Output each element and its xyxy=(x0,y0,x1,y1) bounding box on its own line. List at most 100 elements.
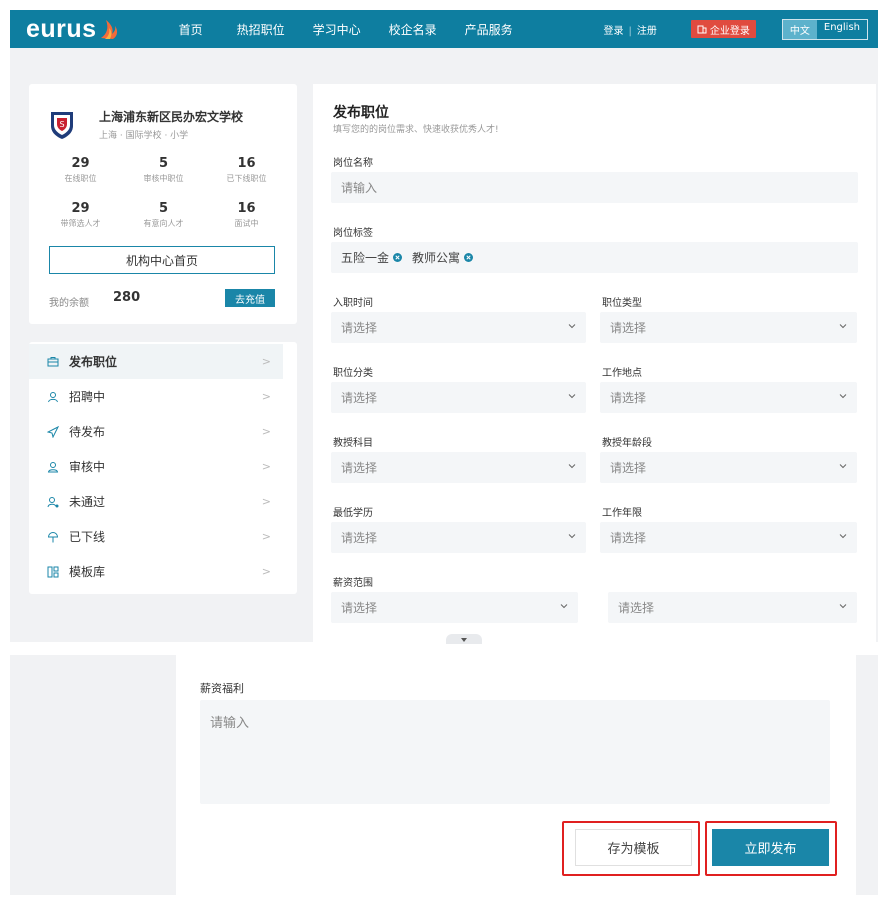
menu-label: 审核中 xyxy=(69,460,106,474)
stats-row-talents: 29 带筛选人才 5 有意向人才 16 面试中 xyxy=(39,201,289,229)
select-value: 请选择 xyxy=(341,321,378,335)
chevron-down-icon xyxy=(568,534,576,539)
job-tags-input[interactable]: 五险一金 教师公寓 xyxy=(331,242,858,273)
grade-label: 教授年龄段 xyxy=(602,438,652,449)
language-switch: 中文 English xyxy=(781,18,868,40)
nav-directory[interactable]: 校企名录 xyxy=(389,21,437,38)
chevron-down-icon xyxy=(568,464,576,469)
stat-label: 面试中 xyxy=(234,219,259,228)
welfare-label: 薪资福利 xyxy=(200,682,244,695)
school-meta: 上海 · 国际学校 · 小学 xyxy=(99,131,189,141)
nav-learning-center[interactable]: 学习中心 xyxy=(313,21,361,38)
lang-english[interactable]: English xyxy=(817,20,867,39)
main-nav: 首页 热招职位 学习中心 校企名录 产品服务 xyxy=(179,21,541,38)
register-link[interactable]: 注册 xyxy=(637,26,657,37)
stat-value: 29 xyxy=(71,156,90,171)
nav-home[interactable]: 首页 xyxy=(179,21,203,38)
select-value: 请选择 xyxy=(341,461,378,475)
chevron-right-icon: > xyxy=(261,390,271,403)
expand-toggle[interactable] xyxy=(446,634,482,644)
offline-icon xyxy=(47,531,59,542)
recharge-button[interactable]: 去充值 xyxy=(225,289,275,307)
menu-label: 待发布 xyxy=(69,425,106,439)
lang-chinese[interactable]: 中文 xyxy=(782,19,817,39)
stat-online-jobs[interactable]: 29 在线职位 xyxy=(39,156,122,184)
select-value: 请选择 xyxy=(610,391,647,405)
chevron-down-icon xyxy=(560,604,568,609)
salary-min-select[interactable]: 请选择 xyxy=(331,592,578,623)
job-category-select[interactable]: 请选择 xyxy=(331,382,586,413)
chevron-down-icon xyxy=(839,394,847,399)
grade-select[interactable]: 请选择 xyxy=(600,452,857,483)
job-name-label: 岗位名称 xyxy=(333,158,373,169)
school-profile-card: S 上海浦东新区民办宏文学校 上海 · 国际学校 · 小学 29 在线职位 5 审核… xyxy=(29,84,297,324)
menu-label: 未通过 xyxy=(69,495,106,509)
job-type-label: 职位类型 xyxy=(602,298,642,309)
salary-max-select[interactable]: 请选择 xyxy=(608,592,857,623)
chevron-down-icon xyxy=(568,394,576,399)
nav-hot-jobs[interactable]: 热招职位 xyxy=(237,21,285,38)
person-review-icon xyxy=(47,461,59,472)
menu-rejected[interactable]: 未通过 > xyxy=(29,484,297,519)
menu-reviewing[interactable]: 审核中 > xyxy=(29,449,297,484)
nav-products[interactable]: 产品服务 xyxy=(465,21,513,38)
menu-pending-publish[interactable]: 待发布 > xyxy=(29,414,297,449)
briefcase-icon xyxy=(47,356,59,366)
tag-chip: 教师公寓 xyxy=(412,249,474,266)
menu-label: 模板库 xyxy=(69,565,106,579)
select-value: 请选择 xyxy=(341,531,378,545)
highlight-box xyxy=(705,821,837,876)
chevron-right-icon: > xyxy=(261,495,271,508)
menu-label: 已下线 xyxy=(69,530,106,544)
chevron-right-icon: > xyxy=(261,565,271,578)
stat-value: 5 xyxy=(158,156,169,171)
template-icon xyxy=(47,566,59,577)
stat-value: 16 xyxy=(237,156,256,171)
education-select[interactable]: 请选择 xyxy=(331,522,586,553)
stat-label: 已下线职位 xyxy=(226,174,267,183)
tag-remove-icon[interactable] xyxy=(393,253,403,262)
menu-label: 发布职位 xyxy=(69,355,118,369)
entry-time-select[interactable]: 请选择 xyxy=(331,312,586,343)
stat-interested-talents[interactable]: 5 有意向人才 xyxy=(122,201,205,229)
job-name-input[interactable]: 请输入 xyxy=(331,172,858,203)
select-value: 请选择 xyxy=(610,321,647,335)
login-link[interactable]: 登录 xyxy=(604,26,624,37)
menu-label: 招聘中 xyxy=(69,390,106,404)
enterprise-login-button[interactable]: 企业登录 xyxy=(690,20,756,38)
select-value: 请选择 xyxy=(341,601,378,615)
stat-offline-jobs[interactable]: 16 已下线职位 xyxy=(205,156,288,184)
publish-job-form: 发布职位 填写您的的岗位需求、快速收获优秀人才! 岗位名称 请输入 岗位标签 五… xyxy=(313,84,876,642)
stat-reviewing-jobs[interactable]: 5 审核中职位 xyxy=(122,156,205,184)
school-name: 上海浦东新区民办宏文学校 xyxy=(99,110,244,124)
tag-remove-icon[interactable] xyxy=(464,253,474,262)
org-center-home-button[interactable]: 机构中心首页 xyxy=(49,246,275,274)
menu-offline[interactable]: 已下线 > xyxy=(29,519,297,554)
job-type-select[interactable]: 请选择 xyxy=(600,312,857,343)
eurus-logo[interactable]: eurus xyxy=(26,15,119,44)
entry-time-label: 入职时间 xyxy=(333,298,373,309)
stats-row-jobs: 29 在线职位 5 审核中职位 16 已下线职位 xyxy=(39,156,289,184)
person-reject-icon xyxy=(47,496,59,507)
chevron-down-icon xyxy=(568,324,576,329)
welfare-textarea[interactable]: 请输入 xyxy=(200,700,830,804)
stat-pending-talents[interactable]: 29 带筛选人才 xyxy=(39,201,122,229)
top-nav-bar: eurus 首页 热招职位 学习中心 校企名录 产品服务 登录 | 注册 企业登录 … xyxy=(10,10,878,48)
subject-select[interactable]: 请选择 xyxy=(331,452,586,483)
menu-template-library[interactable]: 模板库 > xyxy=(29,554,297,589)
stat-value: 5 xyxy=(158,201,169,216)
job-category-label: 职位分类 xyxy=(333,368,373,379)
stat-value: 29 xyxy=(71,201,90,216)
balance-value: 280 xyxy=(113,290,141,305)
stat-interviewing[interactable]: 16 面试中 xyxy=(205,201,288,229)
menu-publish-job[interactable]: 发布职位 > xyxy=(29,344,283,379)
send-icon xyxy=(47,425,59,438)
subject-label: 教授科目 xyxy=(333,438,373,449)
form-title: 发布职位 xyxy=(333,105,389,121)
chevron-right-icon: > xyxy=(261,425,271,438)
menu-recruiting[interactable]: 招聘中 > xyxy=(29,379,297,414)
enterprise-login-label: 企业登录 xyxy=(709,25,750,37)
stat-label: 有意向人才 xyxy=(143,219,184,228)
work-location-select[interactable]: 请选择 xyxy=(600,382,857,413)
experience-select[interactable]: 请选择 xyxy=(600,522,857,553)
